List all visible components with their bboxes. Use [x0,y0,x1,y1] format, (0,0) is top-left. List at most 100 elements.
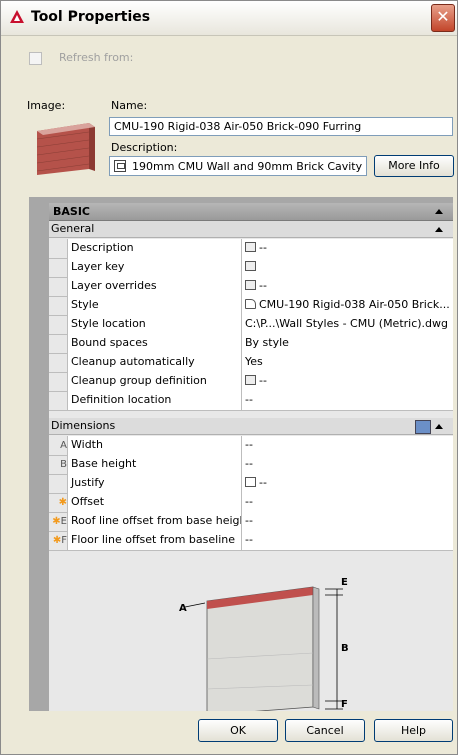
dimension-row[interactable]: ✱E Roof line offset from base height -- [49,512,453,532]
category-general-label: General [51,222,95,235]
property-value[interactable]: -- [241,455,453,474]
property-name: Offset [67,493,241,512]
dimension-row[interactable]: A Width -- [49,436,453,456]
image-label: Image: [27,99,66,112]
row-marker [49,315,67,334]
cancel-button[interactable]: Cancel [285,719,365,742]
general-row[interactable]: Layer key [49,258,453,278]
property-name: Layer key [67,258,241,277]
property-name: Base height [67,455,241,474]
property-value[interactable]: -- [241,474,453,493]
general-row[interactable]: Cleanup group definition -- [49,372,453,392]
wall-dimensions-diagram: A E B F [67,559,453,711]
property-value-text: -- [245,438,253,451]
property-value-text: -- [245,514,253,527]
description-edit-icon[interactable] [114,160,126,172]
row-marker: B [60,459,67,470]
row-marker: ✱ [49,493,67,512]
property-grid: BASIC General Description -- Layer key Laye… [49,203,453,711]
wall-style-icon[interactable] [245,299,256,309]
property-value-text: -- [259,241,267,254]
property-value-text: -- [259,374,267,387]
property-name: Layer overrides [67,277,241,296]
general-row[interactable]: Description -- [49,239,453,259]
more-info-button[interactable]: More Info [374,155,454,177]
diagram-label-a: A [179,603,187,614]
help-button[interactable]: Help [374,719,453,742]
section-basic[interactable]: BASIC [49,203,453,221]
category-general[interactable]: General [49,221,453,238]
property-value-text: Yes [245,355,263,368]
property-value[interactable] [241,258,453,277]
cleanup-group-icon[interactable] [245,375,256,385]
general-row[interactable]: Bound spaces By style [49,334,453,354]
property-value-text: -- [245,495,253,508]
refresh-from-row: Refresh from: [29,51,133,65]
property-value[interactable]: By style [241,334,453,353]
property-value-text: -- [259,279,267,292]
row-marker [49,334,67,353]
row-marker [49,474,67,493]
property-value-text: C:\P...\Wall Styles - CMU (Metric).dwg [245,317,449,330]
collapse-basic-icon[interactable] [435,209,443,214]
dimension-settings-icon[interactable] [415,420,431,434]
justify-icon[interactable] [245,477,256,487]
required-star-icon: ✱ [52,516,61,527]
collapse-general-icon[interactable] [435,227,443,232]
name-input[interactable]: CMU-190 Rigid-038 Air-050 Brick-090 Furr… [109,117,453,136]
property-value-text: -- [245,533,253,546]
properties-panel: BASIC General Description -- Layer key Laye… [29,197,453,711]
description-label: Description: [111,141,178,154]
row-marker [49,296,67,315]
general-row[interactable]: Style CMU-190 Rigid-038 Air-050 Brick... [49,296,453,316]
property-value[interactable]: C:\P...\Wall Styles - CMU (Metric).dwg [241,315,453,334]
property-value[interactable]: -- [241,277,453,296]
general-row[interactable]: Style location C:\P...\Wall Styles - CMU … [49,315,453,335]
property-value-text: By style [245,336,289,349]
required-star-icon: ✱ [58,497,67,508]
general-row[interactable]: Layer overrides -- [49,277,453,297]
property-value[interactable]: CMU-190 Rigid-038 Air-050 Brick... [241,296,453,315]
list-icon[interactable] [245,280,256,290]
property-name: Justify [67,474,241,493]
row-marker: A [60,440,67,451]
property-name: Style [67,296,241,315]
row-marker: ✱F [52,535,67,546]
property-value[interactable]: -- [241,372,453,391]
list-icon[interactable] [245,261,256,271]
dimension-row[interactable]: ✱ Offset -- [49,493,453,513]
ok-button[interactable]: OK [198,719,278,742]
close-button[interactable]: ✕ [431,4,455,32]
property-value[interactable]: -- [241,239,453,258]
row-marker: ✱E [52,516,67,527]
dimension-row[interactable]: B Base height -- [49,455,453,475]
collapse-dimensions-icon[interactable] [435,424,443,429]
row-marker [49,258,67,277]
property-value[interactable]: -- [241,512,453,531]
property-name: Description [67,239,241,258]
diagram-label-e: E [341,577,348,588]
row-marker [49,391,67,410]
wall-style-preview-image[interactable] [33,121,97,177]
list-icon[interactable] [245,242,256,252]
description-value: 190mm CMU Wall and 90mm Brick Cavity wit [132,160,367,173]
property-value[interactable]: -- [241,493,453,512]
property-name: Style location [67,315,241,334]
property-value-text: -- [245,393,253,406]
dimension-row[interactable]: Justify -- [49,474,453,494]
property-name: Bound spaces [67,334,241,353]
general-row[interactable]: Definition location -- [49,391,453,411]
refresh-from-checkbox[interactable] [29,51,42,65]
property-name: Roof line offset from base height [67,512,241,531]
description-input[interactable]: 190mm CMU Wall and 90mm Brick Cavity wit [109,156,367,176]
general-row[interactable]: Cleanup automatically Yes [49,353,453,373]
dimension-row[interactable]: ✱F Floor line offset from baseline -- [49,531,453,551]
property-name: Width [67,436,241,455]
panel-scroll-bar[interactable] [29,197,43,711]
property-value[interactable]: -- [241,391,453,410]
property-value[interactable]: -- [241,436,453,455]
window-title: Tool Properties [31,9,151,25]
property-value[interactable]: Yes [241,353,453,372]
category-dimensions[interactable]: Dimensions [49,418,453,435]
property-value[interactable]: -- [241,531,453,550]
